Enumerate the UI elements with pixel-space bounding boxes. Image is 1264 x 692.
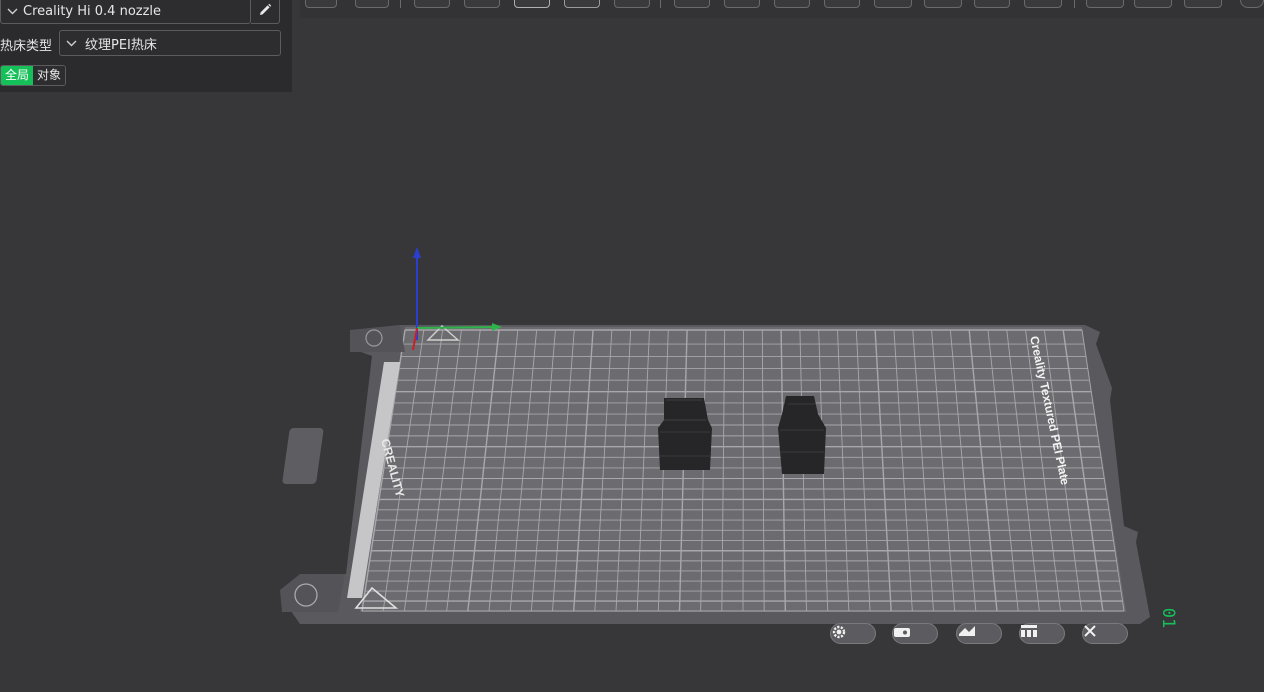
toolbar-separator	[660, 0, 661, 8]
corner-tab	[350, 325, 405, 352]
measure-button[interactable]	[874, 0, 912, 8]
plate-index-label: 01	[1158, 607, 1179, 629]
split-objects-button[interactable]	[1134, 0, 1172, 8]
cut-button[interactable]	[724, 0, 760, 8]
chevron-down-icon	[1, 8, 23, 15]
support-paint-button[interactable]	[774, 0, 810, 8]
arrange-button[interactable]	[464, 0, 500, 8]
toolbar-separator	[400, 0, 401, 8]
variable-height-button[interactable]	[1024, 0, 1062, 8]
assemble-button[interactable]	[924, 0, 962, 8]
view-button[interactable]	[1086, 0, 1124, 8]
plate-arrange-button[interactable]	[1019, 623, 1065, 644]
add-plate-button[interactable]	[355, 0, 389, 8]
top-toolbar	[300, 0, 1264, 18]
grid-line	[742, 329, 744, 612]
corner-tab	[280, 574, 345, 612]
split-parts-button[interactable]	[1184, 0, 1222, 8]
z-axis-arrow	[413, 247, 421, 258]
text-button[interactable]	[974, 0, 1010, 8]
plate-delete-button[interactable]	[1082, 623, 1128, 644]
help-button[interactable]	[1240, 0, 1264, 8]
y-axis	[416, 326, 499, 329]
lay-on-face-button[interactable]	[674, 0, 710, 8]
scene-canvas: CREALITY Creality Textured PEI Plate	[280, 247, 1150, 624]
toolbar-separator	[1074, 0, 1075, 8]
plate-lock-button[interactable]	[892, 623, 938, 644]
orient-button[interactable]	[414, 0, 450, 8]
seam-paint-button[interactable]	[824, 0, 860, 8]
model-object-1[interactable]	[658, 398, 712, 470]
add-object-button[interactable]	[305, 0, 337, 8]
move-button[interactable]	[514, 0, 550, 8]
plate-settings-button[interactable]	[830, 623, 876, 644]
3d-viewport[interactable]: CREALITY Creality Textured PEI Plate 01	[0, 18, 1264, 692]
plate-auto-orient-button[interactable]	[956, 623, 1002, 644]
brand-badge	[282, 428, 324, 484]
rotate-button[interactable]	[564, 0, 600, 8]
scale-button[interactable]	[614, 0, 650, 8]
printer-name: Creality Hi 0.4 nozzle	[23, 3, 162, 19]
